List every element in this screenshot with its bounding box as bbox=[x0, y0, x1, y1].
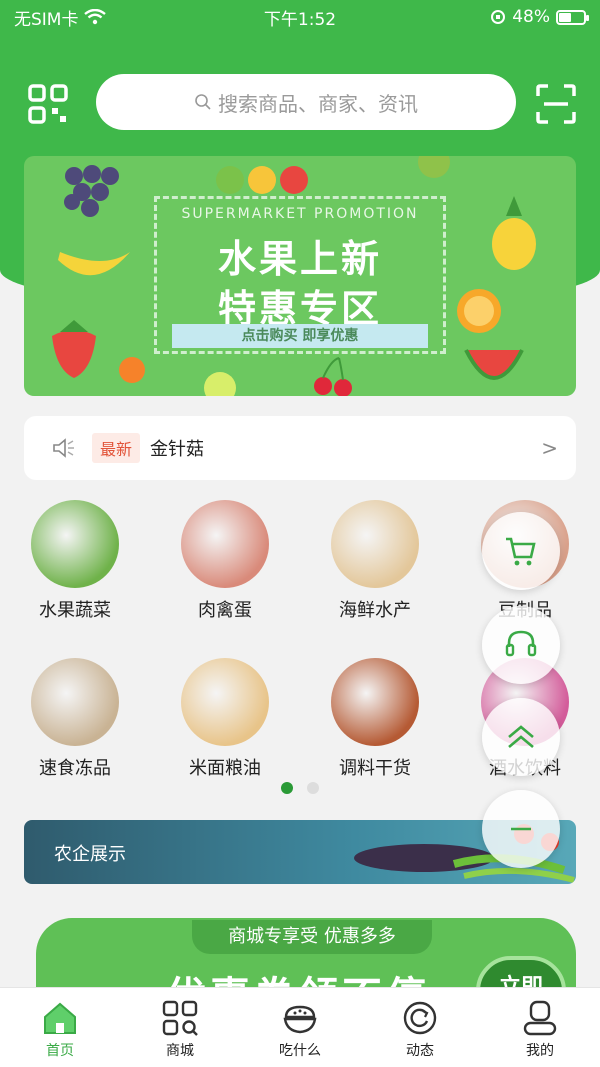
banner-subtitle: 点击购买 即享优惠 bbox=[172, 324, 428, 348]
watermelon-icon bbox=[464, 349, 524, 380]
category-item[interactable]: 水果蔬菜 bbox=[0, 500, 150, 622]
refresh-icon bbox=[400, 998, 440, 1038]
wifi-icon bbox=[84, 9, 107, 25]
tab-label: 商城 bbox=[166, 1043, 194, 1059]
home-icon bbox=[40, 998, 80, 1038]
pager-dot[interactable] bbox=[307, 782, 319, 794]
kiwi-icon bbox=[418, 156, 450, 178]
category-image bbox=[31, 500, 119, 588]
cart-icon bbox=[506, 537, 536, 566]
orientation-lock-icon bbox=[491, 10, 506, 24]
back-to-top-button[interactable] bbox=[482, 698, 560, 776]
grapes-icon bbox=[64, 165, 119, 217]
tab-feed[interactable]: 动态 bbox=[360, 988, 480, 1067]
banner-en-title: SUPERMARKET PROMOTION bbox=[181, 206, 419, 222]
search-icon bbox=[195, 94, 211, 110]
category-item[interactable]: 海鲜水产 bbox=[300, 500, 450, 622]
qr-code-button[interactable] bbox=[26, 82, 70, 126]
tab-mall[interactable]: 商城 bbox=[120, 988, 240, 1067]
category-item[interactable]: 肉禽蛋 bbox=[150, 500, 300, 622]
farm-showcase-label: 农企展示 bbox=[54, 844, 126, 865]
apples-icon bbox=[216, 166, 308, 194]
search-placeholder: 搜索商品、商家、资讯 bbox=[218, 91, 418, 116]
collapse-float-button[interactable] bbox=[482, 790, 560, 868]
cherries-icon bbox=[314, 357, 352, 396]
headset-icon bbox=[505, 630, 537, 657]
category-label: 水果蔬菜 bbox=[39, 600, 111, 621]
minus-icon bbox=[511, 827, 531, 831]
pager-dot-active[interactable] bbox=[281, 782, 293, 794]
category-label: 调料干货 bbox=[339, 758, 411, 779]
tab-profile[interactable]: 我的 bbox=[480, 988, 600, 1067]
category-image bbox=[181, 500, 269, 588]
qr-code-icon bbox=[28, 84, 68, 124]
category-image bbox=[331, 658, 419, 746]
carrier-label: 无SIM卡 bbox=[14, 9, 79, 30]
status-bar: 无SIM卡 下午1:52 48% bbox=[0, 0, 600, 34]
bowl-icon bbox=[280, 998, 320, 1038]
lime-icon bbox=[204, 372, 236, 396]
news-text: 金针菇 bbox=[150, 439, 205, 460]
category-item[interactable]: 调料干货 bbox=[300, 658, 450, 780]
user-icon bbox=[520, 998, 560, 1038]
battery-icon bbox=[556, 9, 589, 25]
scan-button[interactable] bbox=[534, 82, 578, 126]
tab-label: 我的 bbox=[526, 1043, 554, 1059]
double-chevron-up-icon bbox=[508, 725, 534, 748]
top-bar: 搜索商品、商家、资讯 bbox=[0, 72, 600, 134]
support-float-button[interactable] bbox=[482, 606, 560, 684]
category-label: 速食冻品 bbox=[39, 758, 111, 779]
tangerine-icon bbox=[119, 357, 145, 383]
category-label: 肉禽蛋 bbox=[198, 600, 252, 621]
chevron-right-icon: > bbox=[541, 436, 558, 460]
bottom-tab-bar: 首页 商城 吃什么 动态 我的 bbox=[0, 987, 600, 1067]
category-image bbox=[181, 658, 269, 746]
category-item[interactable]: 速食冻品 bbox=[0, 658, 150, 780]
category-label: 米面粮油 bbox=[189, 758, 261, 779]
tab-label: 首页 bbox=[46, 1043, 74, 1059]
promo-banner[interactable]: SUPERMARKET PROMOTION 水果上新 特惠专区 点击购买 即享优… bbox=[24, 156, 576, 396]
category-image bbox=[31, 658, 119, 746]
category-label: 海鲜水产 bbox=[339, 600, 411, 621]
banner-title-line1: 水果上新 bbox=[217, 237, 382, 281]
scan-icon bbox=[536, 84, 576, 124]
news-ticker[interactable]: 最新 金针菇 > bbox=[24, 416, 576, 480]
news-badge: 最新 bbox=[92, 433, 141, 463]
tab-what-to-eat[interactable]: 吃什么 bbox=[240, 988, 360, 1067]
tab-home[interactable]: 首页 bbox=[0, 988, 120, 1067]
category-item[interactable]: 米面粮油 bbox=[150, 658, 300, 780]
cart-float-button[interactable] bbox=[482, 512, 560, 590]
category-image bbox=[331, 500, 419, 588]
ad-tag: 商城专享受 优惠多多 bbox=[192, 920, 432, 954]
mall-icon bbox=[160, 998, 200, 1038]
battery-percent: 48% bbox=[512, 7, 550, 27]
speaker-icon bbox=[53, 438, 74, 458]
tab-label: 动态 bbox=[406, 1043, 434, 1059]
search-input[interactable]: 搜索商品、商家、资讯 bbox=[96, 74, 516, 130]
tab-label: 吃什么 bbox=[279, 1043, 321, 1059]
